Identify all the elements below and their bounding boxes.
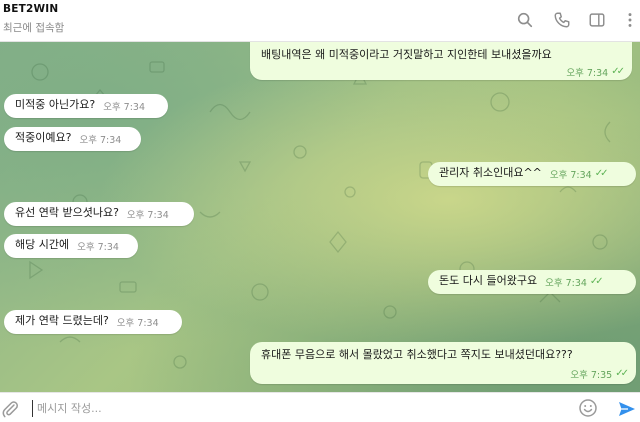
message-bubble-outgoing[interactable]: 관리자 취소인대요^^ 오후 7:34 ✓✓ [428, 162, 636, 186]
message-bubble-incoming[interactable]: 미적중 아닌가요? 오후 7:34 [4, 94, 168, 118]
message-time: 오후 7:35 [570, 370, 613, 381]
phone-icon[interactable] [552, 10, 572, 30]
message-text: 해당 시간에 [15, 238, 70, 251]
read-check-icon: ✓✓ [611, 66, 625, 77]
chat-header: BET2WIN 최근에 접속함 [0, 0, 640, 42]
message-text: 제가 연락 드렸는데? [15, 314, 109, 327]
message-bubble-outgoing[interactable]: 배팅내역은 왜 미적중이라고 거짓말하고 지인한테 보내셨을까요 오후 7:34… [250, 42, 632, 80]
message-text: 유선 연락 받으셧나요? [15, 206, 119, 219]
message-bubble-incoming[interactable]: 적중이예요? 오후 7:34 [4, 127, 141, 151]
more-icon[interactable] [620, 10, 640, 30]
message-text: 돈도 다시 들어왔구요 [439, 274, 538, 287]
message-composer: 메시지 작성... [0, 392, 640, 422]
message-bubble-incoming[interactable]: 제가 연락 드렸는데? 오후 7:34 [4, 310, 182, 334]
message-text: 배팅내역은 왜 미적중이라고 거짓말하고 지인한테 보내셨을까요 [261, 48, 552, 61]
message-time: 오후 7:34 [545, 278, 587, 289]
send-icon[interactable] [617, 399, 637, 419]
message-text: 적중이예요? [15, 131, 72, 144]
message-time: 오후 7:34 [103, 102, 146, 113]
message-bubble-incoming[interactable]: 유선 연락 받으셧나요? 오후 7:34 [4, 202, 194, 226]
message-bubble-incoming[interactable]: 해당 시간에 오후 7:34 [4, 234, 138, 258]
message-time: 오후 7:34 [77, 242, 119, 253]
sidebar-toggle-icon[interactable] [587, 10, 607, 30]
read-check-icon: ✓✓ [589, 276, 604, 287]
emoji-icon[interactable] [578, 398, 598, 418]
message-text: 미적중 아닌가요? [15, 98, 96, 111]
search-icon[interactable] [515, 10, 535, 30]
message-text: 휴대폰 무음으로 해서 몰랐었고 취소했다고 쪽지도 보내셨던대요??? [261, 348, 573, 361]
message-time: 오후 7:34 [549, 170, 592, 181]
message-time: 오후 7:34 [566, 68, 609, 79]
message-bubble-outgoing[interactable]: 돈도 다시 들어왔구요 오후 7:34 ✓✓ [428, 270, 636, 294]
read-check-icon: ✓✓ [615, 368, 629, 379]
message-time: 오후 7:34 [116, 318, 159, 329]
read-check-icon: ✓✓ [594, 168, 609, 179]
message-input[interactable]: 메시지 작성... [32, 400, 552, 417]
chat-title[interactable]: BET2WIN [3, 3, 58, 15]
message-text: 관리자 취소인대요^^ [439, 166, 542, 179]
message-time: 오후 7:34 [126, 210, 169, 221]
chat-status: 최근에 접속함 [3, 22, 65, 34]
message-list[interactable]: 배팅내역은 왜 미적중이라고 거짓말하고 지인한테 보내셨을까요 오후 7:34… [0, 42, 640, 392]
attach-icon[interactable] [0, 399, 20, 419]
message-bubble-outgoing[interactable]: 휴대폰 무음으로 해서 몰랐었고 취소했다고 쪽지도 보내셨던대요??? 오후 … [250, 342, 636, 384]
message-time: 오후 7:34 [79, 135, 122, 146]
